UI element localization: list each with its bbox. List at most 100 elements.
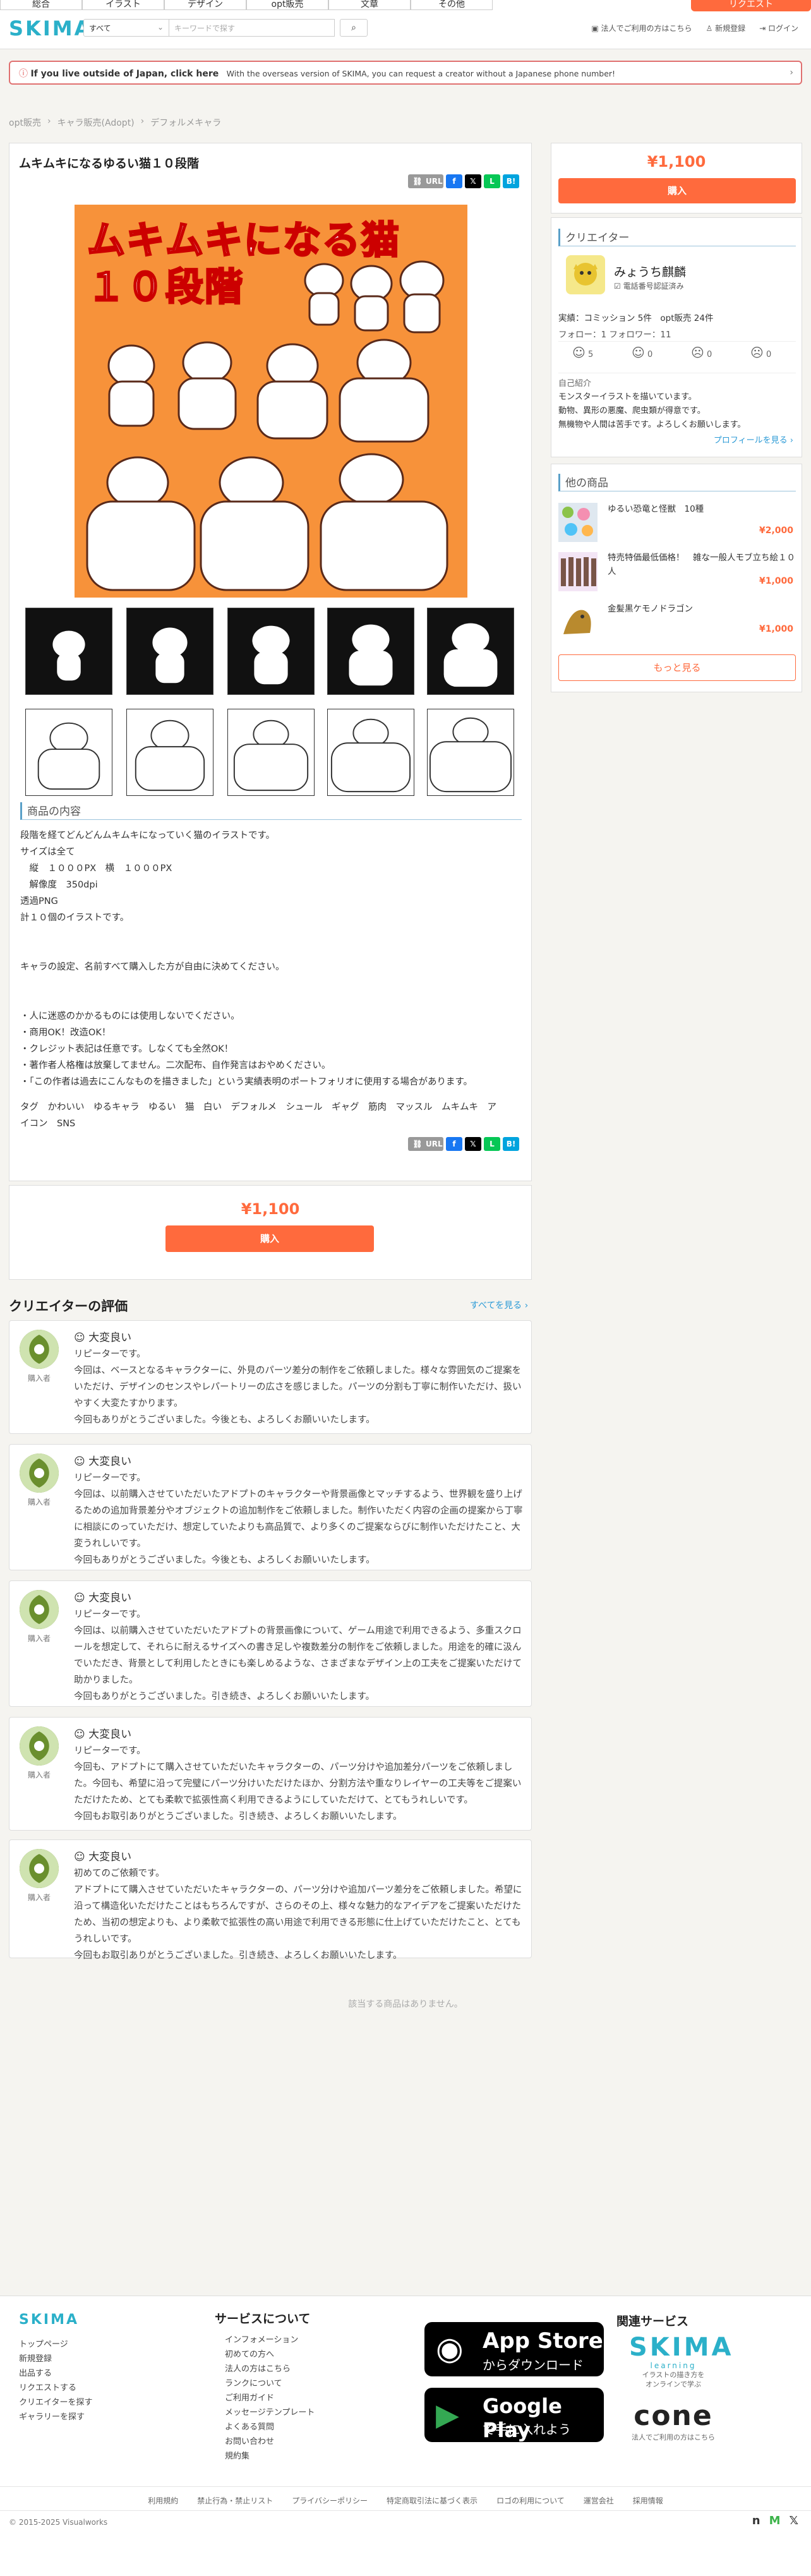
register-link[interactable]: ♙ 新規登録	[706, 23, 746, 33]
hatena-icon[interactable]: B!	[503, 174, 519, 188]
category-tab[interactable]: 文章	[328, 0, 411, 10]
thumbnail-4[interactable]	[327, 608, 414, 695]
footer-link[interactable]: 規約集	[225, 2449, 315, 2464]
corporate-link[interactable]: ▣ 法人でご利用の方はこちら	[591, 23, 692, 33]
appstore-line1: App Store	[483, 2328, 603, 2354]
building-icon: ▣	[591, 24, 601, 33]
footer-divider	[0, 2486, 811, 2487]
request-button[interactable]: リクエスト	[691, 0, 811, 11]
hatena-icon[interactable]: B!	[503, 1137, 519, 1151]
phone-check-icon: ☑	[614, 282, 623, 291]
thumbnail-6[interactable]	[25, 709, 112, 796]
avatar	[20, 1590, 59, 1629]
footer-link[interactable]: トップページ	[19, 2337, 92, 2352]
creator-name[interactable]: みょうち麒麟	[614, 263, 686, 280]
search-button[interactable]: ⌕	[340, 19, 368, 37]
other-product-name[interactable]: ゆるい恐竜と怪獣 10種	[608, 503, 797, 515]
creator-avatar[interactable]	[566, 255, 605, 294]
see-more-button[interactable]: もっと見る	[558, 654, 796, 681]
see-all-reviews-link[interactable]: すべてを見る ›	[470, 1299, 528, 1311]
category-tab[interactable]: その他	[411, 0, 493, 10]
x-icon[interactable]: 𝕏	[465, 1137, 481, 1151]
login-link[interactable]: ⇥ ログイン	[759, 23, 798, 33]
notice-bold: If you live outside of Japan, click here	[30, 69, 219, 79]
footer-link[interactable]: メッセージテンプレート	[225, 2405, 315, 2420]
copy-url-button[interactable]: ⛓ URL	[408, 174, 443, 188]
search-input[interactable]: キーワードで探す	[169, 19, 335, 37]
x-icon[interactable]: 𝕏	[465, 174, 481, 188]
thumbnail-8[interactable]	[227, 709, 315, 796]
share-buttons: ⛓ URL f 𝕏 L B!	[408, 174, 519, 188]
app-store-badge[interactable]: ◉ App Store からダウンロード	[424, 2322, 604, 2376]
divider	[558, 341, 796, 342]
footer-link[interactable]: インフォメーション	[225, 2333, 315, 2347]
skima-learning-link[interactable]: SKIMA learning イラストの描き方を オンラインで学ぶ	[629, 2333, 731, 2389]
footer-bottom-link[interactable]: 運営会社	[584, 2495, 614, 2506]
thumbnail-1[interactable]	[25, 608, 112, 695]
thumbnail-7[interactable]	[126, 709, 213, 796]
product-thumb[interactable]	[558, 503, 598, 542]
footer-bottom-link[interactable]: ロゴの利用について	[496, 2495, 565, 2506]
buyer-label: 購入者	[27, 1893, 51, 1902]
product-thumb[interactable]	[558, 552, 598, 591]
footer-bottom-link[interactable]: プライバシーポリシー	[292, 2495, 368, 2506]
other-product-name[interactable]: 金髪黒ケモノドラゴン	[608, 601, 797, 614]
appstore-line2: からダウンロード	[483, 2357, 584, 2373]
footer-link[interactable]: 新規登録	[19, 2352, 92, 2366]
muscle-cats-illustration	[86, 260, 448, 591]
line-icon[interactable]: L	[484, 1137, 500, 1151]
profile-link[interactable]: プロフィールを見る ›	[714, 433, 793, 445]
category-tab[interactable]: イラスト	[82, 0, 164, 10]
rating-good: ☺ 0	[632, 345, 652, 360]
cone-link[interactable]: cone 法人でご利用の方はこちら	[629, 2400, 718, 2442]
footer-link[interactable]: お問い合わせ	[225, 2435, 315, 2449]
thumbnail-2[interactable]	[126, 608, 213, 695]
footer-bottom-link[interactable]: 特定商取引法に基づく表示	[387, 2495, 478, 2506]
footer-link[interactable]: ランクについて	[225, 2376, 315, 2391]
note-icon[interactable]: n	[752, 2514, 760, 2527]
category-tab[interactable]: opt販売	[246, 0, 328, 10]
footer-link[interactable]: 初めての方へ	[225, 2347, 315, 2362]
breadcrumb-item[interactable]: opt販売	[9, 116, 41, 129]
overseas-notice[interactable]: ⓘ If you live outside of Japan, click he…	[9, 61, 802, 85]
thumbnail-9[interactable]	[327, 709, 414, 796]
footer-link[interactable]: リクエストする	[19, 2381, 92, 2395]
google-play-badge[interactable]: ▶ Google Play で手に入れよう	[424, 2388, 604, 2442]
x-icon[interactable]: 𝕏	[789, 2514, 798, 2527]
breadcrumb-item[interactable]: キャラ販売(Adopt)	[57, 116, 135, 129]
footer-bottom-links: 利用規約 禁止行為・禁止リスト プライバシーポリシー 特定商取引法に基づく表示 …	[0, 2495, 811, 2506]
footer-logo[interactable]: SKIMA	[19, 2312, 79, 2328]
frown-icon: ☹	[750, 345, 764, 360]
thumbnail-3[interactable]	[227, 608, 315, 695]
product-main-image[interactable]: ムキムキになる猫 １０段階	[75, 205, 467, 598]
notice-text: With the overseas version of SKIMA, you …	[226, 69, 616, 78]
buyer-label: 購入者	[27, 1771, 51, 1779]
buy-button[interactable]: 購入	[558, 178, 796, 203]
facebook-icon[interactable]: f	[446, 174, 462, 188]
footer-bottom-link[interactable]: 利用規約	[148, 2495, 178, 2506]
bottom-buy-button[interactable]: 購入	[165, 1225, 374, 1252]
mangaka-icon[interactable]: M	[769, 2514, 781, 2527]
category-tab[interactable]: 総合	[0, 0, 82, 10]
footer-link[interactable]: クリエイターを探す	[19, 2395, 92, 2410]
product-tags[interactable]: タグ かわいい ゆるキャラ ゆるい 猫 白い デフォルメ シュール ギャグ 筋肉…	[20, 1099, 519, 1132]
thumbnail-5[interactable]	[427, 608, 514, 695]
copy-url-button[interactable]: ⛓ URL	[408, 1137, 443, 1151]
footer-bottom-link[interactable]: 採用情報	[633, 2495, 663, 2506]
other-product-name[interactable]: 特売特価最低価格！ 雑な一般人モブ立ち絵１０人	[608, 551, 797, 579]
footer-link[interactable]: 出品する	[19, 2366, 92, 2381]
line-icon[interactable]: L	[484, 174, 500, 188]
footer-link[interactable]: ご利用ガイド	[225, 2391, 315, 2405]
category-tab[interactable]: デザイン	[164, 0, 246, 10]
category-select[interactable]: すべて ⌄	[83, 19, 169, 37]
facebook-icon[interactable]: f	[446, 1137, 462, 1151]
site-logo[interactable]: SKIMA	[9, 16, 92, 40]
rating-fair: ☹ 0	[691, 345, 712, 360]
footer-bottom-link[interactable]: 禁止行為・禁止リスト	[197, 2495, 273, 2506]
thumbnail-10[interactable]	[427, 709, 514, 796]
product-thumb[interactable]	[558, 601, 598, 641]
footer-link[interactable]: よくある質問	[225, 2420, 315, 2435]
footer-link[interactable]: 法人の方はこちら	[225, 2362, 315, 2376]
footer-link[interactable]: ギャラリーを探す	[19, 2410, 92, 2424]
breadcrumb-item[interactable]: デフォルメキャラ	[150, 116, 221, 129]
